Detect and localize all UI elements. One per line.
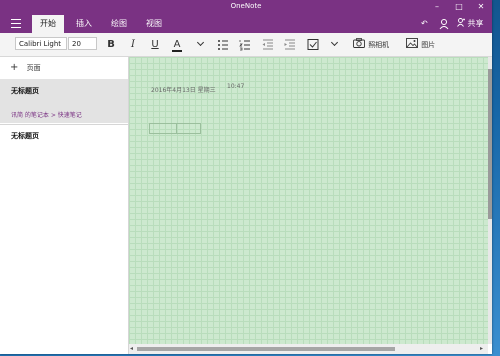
add-page-button[interactable]: + 页面	[10, 62, 41, 74]
share-label: 共享	[467, 19, 484, 28]
ribbon-toolbar: Calibri Light 20 B I U A 照相机 图片	[0, 33, 492, 57]
table-cell[interactable]	[176, 124, 202, 133]
minimize-button[interactable]: –	[426, 0, 448, 15]
font-color-chevron-down-icon[interactable]	[196, 38, 205, 47]
picture-label: 图片	[421, 41, 436, 49]
ribbon-tab-bar: 开始 插入 绘图 视图 ↶ 共享	[0, 15, 492, 33]
add-page-label: 页面	[26, 64, 41, 72]
hamburger-menu-icon[interactable]	[11, 19, 21, 28]
vertical-scrollbar[interactable]	[488, 57, 492, 344]
scroll-left-arrow-icon[interactable]: ◂	[130, 344, 133, 354]
picture-button[interactable]: 图片	[406, 36, 440, 53]
table-cell[interactable]	[150, 124, 175, 133]
numbered-list-icon[interactable]	[238, 36, 252, 53]
horizontal-scrollbar[interactable]: ◂ ▸	[129, 344, 488, 354]
font-size-input[interactable]: 20	[68, 37, 97, 50]
tab-view[interactable]: 视图	[138, 15, 170, 33]
camera-icon	[353, 38, 365, 48]
page-date: 2016年4月13日 星期三	[151, 87, 216, 94]
tags-chevron-down-icon[interactable]	[330, 38, 339, 47]
maximize-button[interactable]: □	[448, 0, 470, 15]
italic-button[interactable]: I	[126, 36, 140, 53]
font-color-letter: A	[173, 39, 181, 50]
share-person-icon	[457, 18, 465, 27]
tab-insert[interactable]: 插入	[68, 15, 100, 33]
plus-icon: +	[10, 62, 19, 73]
picture-icon	[406, 38, 418, 48]
page-title: 无标题页	[11, 132, 39, 140]
horizontal-scroll-thumb[interactable]	[137, 347, 395, 351]
page-list-pane: + 页面 无标题页 讯简 的笔记本 > 快速笔记 无标题页	[0, 57, 129, 354]
share-button[interactable]: 共享	[457, 18, 487, 30]
tab-home[interactable]: 开始	[32, 15, 64, 33]
note-table[interactable]	[149, 123, 201, 134]
underline-button[interactable]: U	[148, 36, 162, 53]
page-list-item-selected[interactable]: 无标题页 讯简 的笔记本 > 快速笔记	[0, 79, 128, 123]
camera-button[interactable]: 照相机	[353, 36, 395, 53]
note-canvas[interactable]: 2016年4月13日 星期三 10:47	[129, 57, 488, 344]
font-color-swatch	[172, 50, 182, 52]
font-name-input[interactable]: Calibri Light	[15, 37, 67, 50]
person-icon[interactable]	[439, 18, 449, 30]
onenote-window: OneNote – □ ✕ 开始 插入 绘图 视图 ↶ 共享 Calibri L…	[0, 0, 492, 354]
page-list-item[interactable]: 无标题页	[0, 124, 128, 155]
vertical-scroll-thumb[interactable]	[488, 69, 492, 219]
camera-label: 照相机	[368, 41, 390, 49]
undo-icon[interactable]: ↶	[421, 18, 428, 30]
page-notebook-path[interactable]: 讯简 的笔记本 > 快速笔记	[11, 110, 82, 119]
font-color-button[interactable]: A	[170, 36, 184, 53]
bold-button[interactable]: B	[104, 36, 118, 53]
bullet-list-icon[interactable]	[216, 36, 230, 53]
title-bar: OneNote – □ ✕	[0, 0, 492, 15]
page-title: 无标题页	[11, 87, 39, 95]
scroll-right-arrow-icon[interactable]: ▸	[480, 344, 483, 354]
increase-indent-icon[interactable]	[283, 36, 297, 53]
page-time: 10:47	[227, 83, 245, 90]
tab-draw[interactable]: 绘图	[103, 15, 135, 33]
close-button[interactable]: ✕	[470, 0, 492, 15]
checkbox-tag-icon[interactable]	[306, 36, 320, 53]
window-title: OneNote	[230, 2, 262, 10]
decrease-indent-icon[interactable]	[261, 36, 275, 53]
